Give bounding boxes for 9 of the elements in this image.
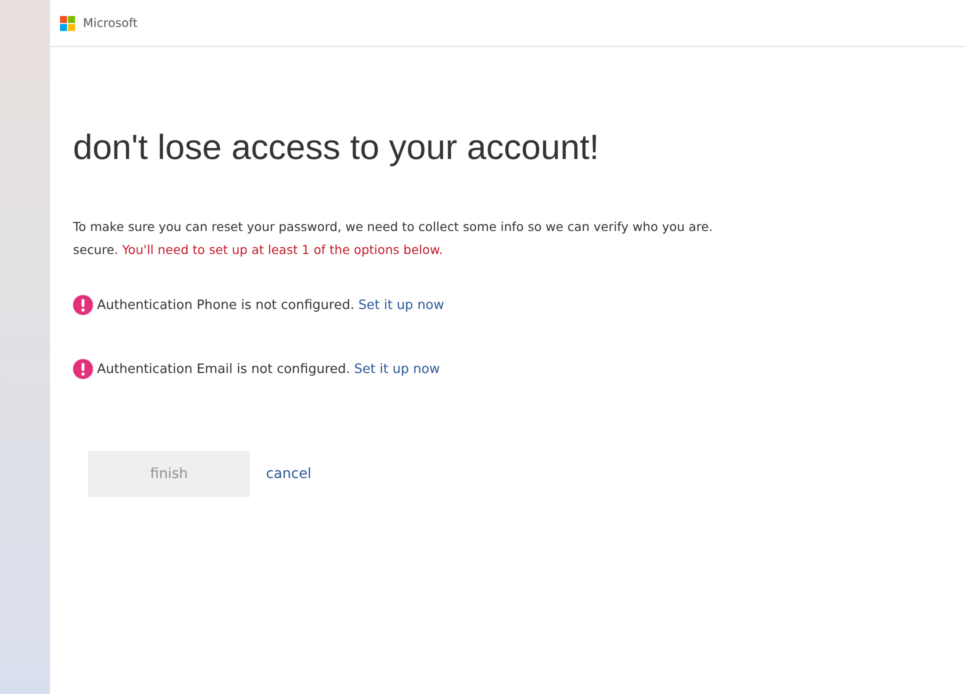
intro-text: To make sure you can reset your password, we need to collect some info so we can verify who you are. secure. You'll need to set up at least 1 of the options below. (73, 218, 714, 259)
page-title: don't lose access to your account! (73, 127, 600, 169)
status-text: Authentication Email is not configured. (97, 360, 350, 378)
brand-name: Microsoft (83, 15, 138, 32)
cancel-link[interactable]: cancel (266, 464, 312, 484)
setup-link[interactable]: Set it up now (358, 296, 444, 315)
setup-link[interactable]: Set it up now (354, 360, 440, 379)
status-text: Authentication Phone is not configured. (97, 296, 354, 314)
microsoft-logo-icon (60, 16, 75, 30)
